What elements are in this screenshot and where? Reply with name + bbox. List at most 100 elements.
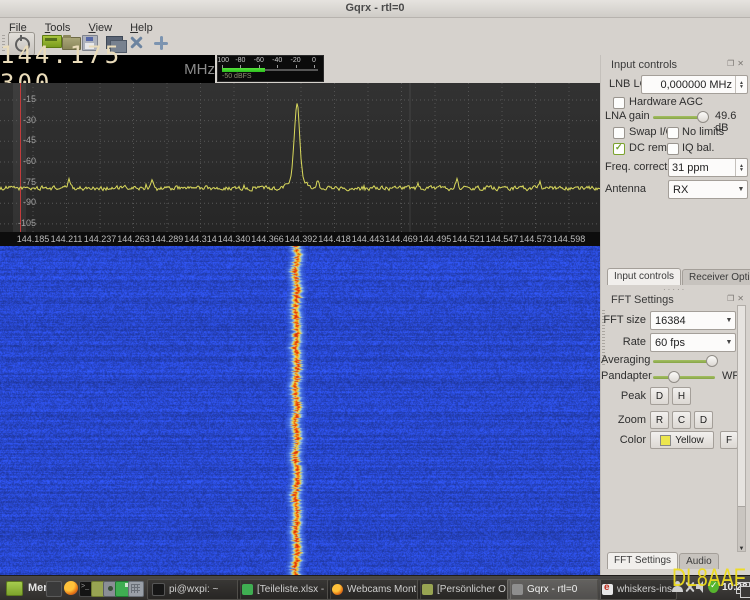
- hardware-agc-checkbox[interactable]: [613, 97, 625, 109]
- hardware-agc-label[interactable]: Hardware AGC: [629, 96, 703, 108]
- peak-label: Peak: [601, 390, 646, 402]
- color-swatch: [660, 435, 671, 446]
- meter-scale--100: -100: [212, 57, 232, 64]
- rate-label: Rate: [601, 336, 646, 348]
- frequency-axis[interactable]: 144.185144.211144.237144.263144.289144.3…: [0, 232, 600, 246]
- window-title: Gqrx - rtl=0: [346, 2, 405, 14]
- signal-meter: -50 dBFS -100-80-60-40-200: [217, 55, 324, 82]
- zoom-button-c[interactable]: C: [672, 411, 691, 429]
- averaging-label: Averaging: [601, 354, 646, 366]
- dock-splitter-handle[interactable]: ·····: [663, 285, 686, 294]
- menu-bar: FileToolsViewHelp: [0, 18, 750, 32]
- pandapter-knob[interactable]: [668, 371, 680, 383]
- antenna-label: Antenna: [605, 183, 646, 195]
- fft-size-dropdown-arrow: ▼: [723, 317, 735, 324]
- spectrum-svg[interactable]: [0, 83, 600, 232]
- fft-size-combobox[interactable]: 16384 ▼: [650, 311, 736, 330]
- taskbar-window-label: Gqrx - rtl=0: [527, 584, 577, 595]
- taskbar-window-gqrx[interactable]: Gqrx - rtl=0: [507, 579, 601, 600]
- mint-menu-icon: [6, 581, 23, 596]
- waterfall-display[interactable]: [0, 246, 600, 575]
- taskbar-window-terminal[interactable]: pi@wxpi: ~: [147, 579, 241, 600]
- tab-input-controls[interactable]: Input controls: [607, 268, 681, 285]
- scrollbar-down-arrow[interactable]: ▼: [738, 546, 745, 552]
- firefox-icon: [332, 584, 343, 595]
- peak-button-d[interactable]: D: [650, 387, 669, 405]
- swap-iq-checkbox[interactable]: [613, 127, 625, 139]
- zoom-button-r[interactable]: R: [650, 411, 669, 429]
- taskbar-window-folder[interactable]: [Persönlicher Ord...: [417, 579, 511, 600]
- meter-tick: [314, 65, 315, 68]
- zoom-button-d[interactable]: D: [694, 411, 713, 429]
- dock-float-close-icons[interactable]: ❐✕: [727, 59, 747, 68]
- meter-tick: [296, 65, 297, 68]
- frequency-unit: MHz: [184, 61, 215, 78]
- dc-rem-label[interactable]: DC rem.: [629, 142, 670, 154]
- meter-level-bar: [222, 68, 265, 72]
- antenna-combobox[interactable]: RX ▼: [668, 180, 748, 199]
- color-value: Yellow: [675, 435, 704, 446]
- meter-tick: [240, 65, 241, 68]
- fft-trace: [0, 103, 600, 191]
- gqrx-window: Gqrx - rtl=0 FileToolsViewHelp 144.175 3…: [0, 0, 750, 600]
- terminal-icon: [152, 583, 165, 596]
- lnb-lo-value[interactable]: 0,000000 MHz: [642, 79, 735, 91]
- fft-dock-float-close-icons[interactable]: ❐✕: [727, 294, 747, 303]
- fill-button[interactable]: F: [720, 431, 738, 449]
- no-limits-label[interactable]: No limits: [682, 126, 724, 138]
- taskbar-window-label: whiskers-inside-a...: [617, 584, 672, 595]
- window-titlebar[interactable]: Gqrx - rtl=0: [0, 0, 750, 18]
- antenna-value: RX: [669, 184, 735, 196]
- averaging-slider[interactable]: [653, 360, 715, 363]
- peak-button-h[interactable]: H: [672, 387, 691, 405]
- frequency-display[interactable]: 144.175 300 MHz: [0, 55, 215, 83]
- taskbar-window-spreadsheet[interactable]: [Teileliste.xlsx - Li...: [237, 579, 331, 600]
- pandapter-slider[interactable]: [653, 376, 715, 379]
- db-axis-label: -75: [2, 177, 36, 187]
- freq-axis-label: 144.598: [545, 234, 593, 244]
- freq-correction-value[interactable]: 31 ppm: [669, 162, 735, 174]
- db-axis-label: -30: [2, 115, 36, 125]
- taskbar-window-firefox[interactable]: Webcams Montaf...: [327, 579, 421, 600]
- watermark-callsign: DL8AAF: [672, 564, 746, 593]
- db-axis-label: -45: [2, 135, 36, 145]
- scrollbar-thumb[interactable]: [738, 306, 745, 507]
- rate-dropdown-arrow: ▼: [723, 339, 735, 346]
- firefox-launcher-icon[interactable]: [64, 581, 78, 595]
- spectrum-plot[interactable]: -15-30-45-60-75-90-105: [0, 83, 600, 232]
- taskbar: Menü pi@wxpi: ~[Teileliste.xlsx - Li...W…: [0, 575, 750, 600]
- tab-receiver-options[interactable]: Receiver Options: [682, 269, 750, 285]
- fft-size-label: FFT size: [601, 314, 646, 326]
- lna-gain-label: LNA gain: [605, 110, 650, 122]
- tab-fft-settings[interactable]: FFT Settings: [607, 552, 678, 569]
- freq-correction-spinbox[interactable]: 31 ppm ▲▼: [668, 158, 748, 177]
- color-combobox[interactable]: Yellow: [650, 431, 714, 449]
- iq-bal-checkbox[interactable]: [667, 143, 679, 155]
- meter-scale--60: -60: [249, 57, 269, 64]
- meter-scale--80: -80: [230, 57, 250, 64]
- fft-settings-title: FFT Settings: [611, 294, 674, 306]
- freq-correction-spin-arrows[interactable]: ▲▼: [735, 159, 747, 176]
- no-limits-checkbox[interactable]: [667, 127, 679, 139]
- zoom-label: Zoom: [601, 414, 646, 426]
- taskbar-window-browser[interactable]: whiskers-inside-a...: [597, 579, 677, 600]
- fft-panel-scrollbar[interactable]: ▼: [737, 305, 746, 552]
- input-controls-title: Input controls: [611, 59, 677, 71]
- meter-readout: -50 dBFS: [222, 73, 252, 80]
- meter-tick: [259, 65, 260, 68]
- pandapter-label: Pandapter: [601, 370, 646, 382]
- db-axis-label: -105: [2, 218, 36, 228]
- lna-gain-slider[interactable]: [653, 116, 709, 119]
- browser-icon: [602, 584, 613, 595]
- lna-gain-knob[interactable]: [697, 111, 709, 123]
- show-desktop-launcher-icon[interactable]: [46, 581, 62, 597]
- dc-rem-checkbox[interactable]: [613, 143, 625, 155]
- lnb-lo-spinbox[interactable]: 0,000000 MHz ▲▼: [641, 75, 748, 94]
- iq-bal-label[interactable]: IQ bal.: [682, 142, 714, 154]
- db-axis-label: -90: [2, 197, 36, 207]
- folder-icon: [422, 584, 433, 595]
- rate-combobox[interactable]: 60 fps ▼: [650, 333, 736, 352]
- lnb-lo-spin-arrows[interactable]: ▲▼: [735, 76, 747, 93]
- averaging-knob[interactable]: [706, 355, 718, 367]
- calculator-launcher-icon[interactable]: [128, 581, 144, 597]
